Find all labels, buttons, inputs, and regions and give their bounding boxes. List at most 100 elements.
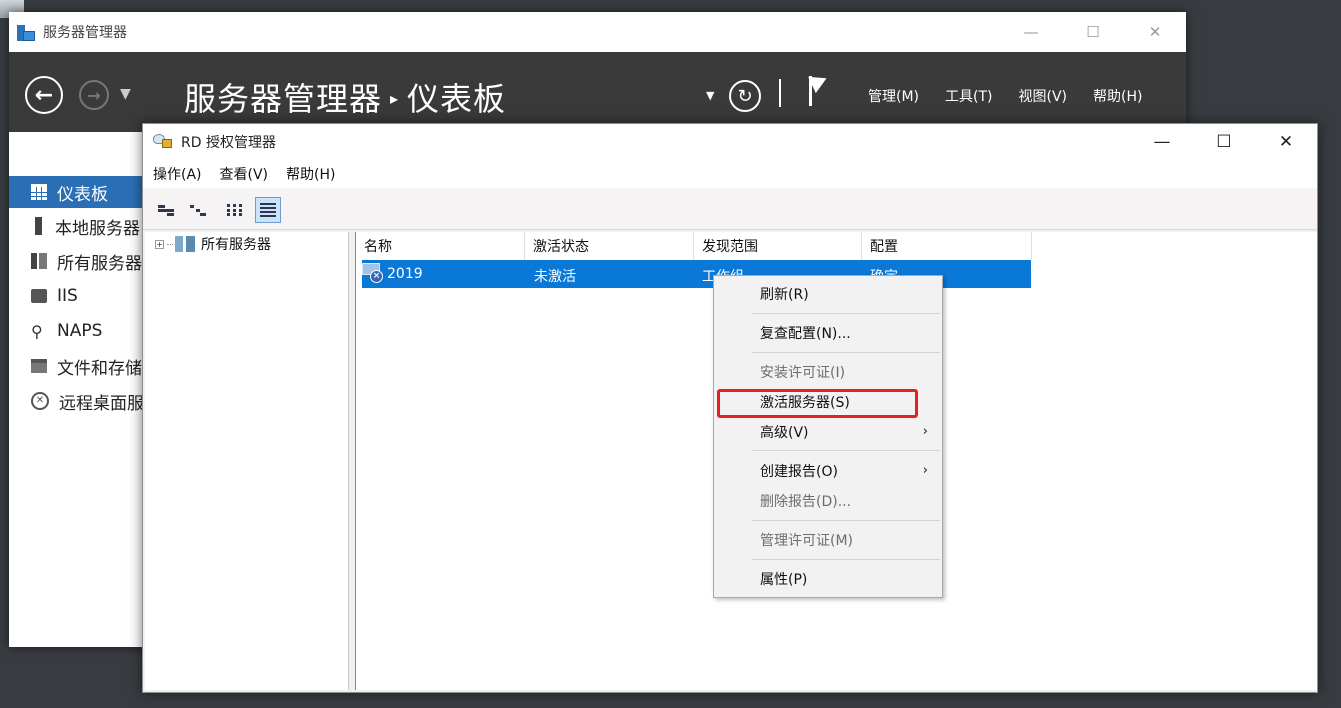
sidebar-item-label: 远程桌面服务 [59, 393, 149, 414]
menu-item-refresh[interactable]: 刷新(R) [714, 280, 942, 308]
sidebar-item-iis[interactable]: IIS [9, 280, 149, 312]
expand-icon[interactable]: + [155, 239, 164, 249]
maximize-button[interactable]: ☐ [1062, 12, 1124, 52]
details-view-icon [260, 203, 276, 217]
menu-separator [752, 450, 940, 451]
menu-item-create-report[interactable]: 创建报告(O) › [714, 457, 942, 485]
server-not-activated-icon: × [362, 263, 384, 283]
menu-item-delete-report[interactable]: 删除报告(D)... [714, 487, 942, 515]
sidebar-item-label: 仪表板 [57, 184, 108, 205]
context-menu: 刷新(R) 复查配置(N)... 安装许可证(I) 激活服务器(S) 高级(V)… [713, 275, 943, 598]
tree-item-label: 所有服务器 [201, 237, 271, 253]
menu-item-advanced[interactable]: 高级(V) › [714, 418, 942, 446]
breadcrumb-dropdown-icon[interactable]: ▼ [706, 89, 714, 102]
minimize-button[interactable]: — [1131, 124, 1193, 160]
sidebar-item-dashboard[interactable]: 仪表板 [9, 176, 149, 208]
submenu-arrow-icon: › [922, 463, 928, 478]
tree-item-all-servers[interactable]: + 所有服务器 [155, 234, 271, 254]
list-header: 名称 激活状态 发现范围 配置 [356, 232, 1032, 260]
menu-item-label: 刷新(R) [760, 287, 809, 303]
sidebar-item-naps[interactable]: ⚲ NAPS [9, 315, 149, 347]
menu-help[interactable]: 帮助(H) [286, 164, 335, 184]
storage-icon [31, 359, 47, 373]
history-dropdown-icon[interactable]: ▼ [120, 86, 131, 102]
sidebar-item-label: 文件和存储服务 [57, 358, 149, 379]
menu-separator [752, 520, 940, 521]
menu-item-label: 创建报告(O) [760, 464, 838, 480]
menu-item-label: 安装许可证(I) [760, 365, 846, 381]
close-button[interactable]: ✕ [1124, 12, 1186, 52]
close-button[interactable]: ✕ [1255, 124, 1317, 160]
menu-tools[interactable]: 工具(T) [945, 86, 992, 106]
rd-toolbar [143, 188, 1317, 230]
column-header-activation-status[interactable]: 激活状态 [525, 232, 694, 260]
notifications-flag-icon[interactable] [808, 70, 831, 106]
window-title: RD 授权管理器 [181, 135, 276, 151]
menu-item-label: 复查配置(N)... [760, 326, 851, 342]
refresh-icon[interactable]: ↻ [729, 80, 761, 112]
servers-group-icon [175, 236, 195, 252]
menu-item-properties[interactable]: 属性(P) [714, 565, 942, 593]
minimize-button[interactable]: — [1000, 12, 1062, 52]
cell-activation-status: 未激活 [534, 269, 576, 285]
sidebar-item-label: 所有服务器 [57, 253, 142, 274]
server-manager-menubar: 管理(M) 工具(T) 视图(V) 帮助(H) [868, 86, 1142, 106]
column-header-configuration[interactable]: 配置 [862, 232, 1032, 260]
sidebar-item-all-servers[interactable]: 所有服务器 [9, 245, 149, 277]
menu-item-label: 管理许可证(M) [760, 533, 854, 549]
rd-window-titlebar[interactable]: RD 授权管理器 — ☐ ✕ [143, 124, 1317, 160]
menu-item-label: 删除报告(D)... [760, 494, 852, 510]
sidebar-item-label: NAPS [57, 321, 103, 341]
remote-desktop-icon: ✕ [31, 392, 49, 410]
view-details-button[interactable] [255, 197, 281, 223]
annotation-highlight-box [717, 389, 918, 418]
server-manager-titlebar[interactable]: 服务器管理器 — ☐ ✕ [9, 12, 1186, 52]
sidebar-item-label: 本地服务器 [55, 218, 140, 239]
menu-help[interactable]: 帮助(H) [1093, 86, 1142, 106]
sidebar-item-remote-desktop[interactable]: ✕ 远程桌面服务 [9, 385, 149, 417]
column-header-name[interactable]: 名称 [356, 232, 525, 260]
submenu-arrow-icon: › [922, 424, 928, 439]
menu-separator [752, 313, 940, 314]
breadcrumb: 服务器管理器 ▸ 仪表板 [184, 74, 506, 120]
tree-connector [167, 243, 173, 245]
sidebar-item-local-server[interactable]: 本地服务器 [9, 210, 149, 242]
menu-item-label: 高级(V) [760, 425, 809, 441]
breadcrumb-page: 仪表板 [407, 80, 507, 118]
small-icons-icon [190, 204, 206, 216]
breadcrumb-separator-icon: ▸ [390, 89, 400, 108]
iis-icon [31, 289, 47, 303]
server-manager-header: ← → ▼ 服务器管理器 ▸ 仪表板 ▼ ↻ 管理(M) 工具(T) 视图(V) 帮… [9, 52, 1186, 132]
large-icons-icon [158, 204, 174, 216]
forward-button[interactable]: → [79, 80, 109, 110]
sidebar-item-label: IIS [57, 286, 78, 306]
sidebar-item-file-storage[interactable]: 文件和存储服务 [9, 350, 149, 382]
menu-action[interactable]: 操作(A) [153, 164, 202, 184]
server-manager-sidebar: 仪表板 本地服务器 所有服务器 IIS ⚲ NAPS 文件和存储服务 ✕ 远程桌… [9, 132, 149, 647]
menu-view[interactable]: 视图(V) [1019, 86, 1068, 106]
breadcrumb-root[interactable]: 服务器管理器 [184, 80, 382, 118]
maximize-button[interactable]: ☐ [1193, 124, 1255, 160]
server-manager-app-icon [17, 23, 35, 41]
view-large-icons-button[interactable] [153, 197, 179, 223]
servers-icon [31, 253, 47, 269]
menu-item-install-licenses[interactable]: 安装许可证(I) [714, 358, 942, 386]
menu-separator [752, 352, 940, 353]
naps-icon: ⚲ [31, 322, 43, 341]
server-tree-pane: + 所有服务器 [145, 232, 349, 690]
view-list-button[interactable] [222, 197, 248, 223]
window-title: 服务器管理器 [43, 25, 127, 41]
rd-licensing-app-icon [153, 134, 173, 150]
back-button[interactable]: ← [25, 76, 63, 114]
dashboard-icon [31, 184, 47, 200]
menu-view[interactable]: 查看(V) [220, 164, 269, 184]
menu-item-manage-licenses[interactable]: 管理许可证(M) [714, 526, 942, 554]
rd-menubar: 操作(A) 查看(V) 帮助(H) [143, 160, 1317, 188]
menu-separator [752, 559, 940, 560]
menu-item-review-configuration[interactable]: 复查配置(N)... [714, 319, 942, 347]
view-small-icons-button[interactable] [185, 197, 211, 223]
list-view-icon [227, 204, 243, 216]
server-icon [35, 217, 42, 235]
menu-manage[interactable]: 管理(M) [868, 86, 919, 106]
column-header-discovery-scope[interactable]: 发现范围 [694, 232, 862, 260]
